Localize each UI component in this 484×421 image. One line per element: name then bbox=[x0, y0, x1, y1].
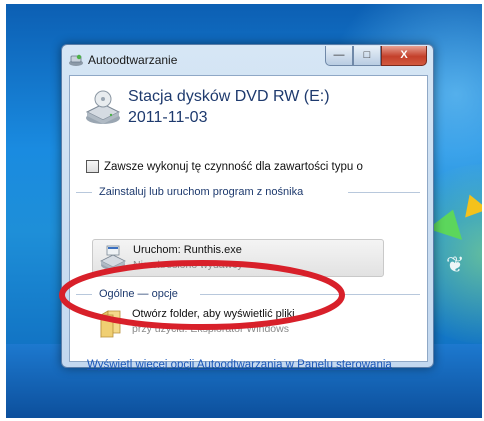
section-divider bbox=[76, 192, 92, 193]
control-panel-link[interactable]: Wyświetl więcej opcji Autoodtwarzania w … bbox=[87, 357, 407, 373]
window-title: Autoodtwarzanie bbox=[88, 53, 178, 67]
maximize-button[interactable]: □ bbox=[353, 46, 381, 66]
drive-name: Stacja dysków DVD RW (E:) bbox=[128, 88, 330, 105]
run-program-title: Uruchom: Runthis.exe bbox=[133, 244, 242, 256]
highlight-ellipse bbox=[59, 260, 345, 330]
always-do-row[interactable]: Zawsze wykonuj tę czynność dla zawartośc… bbox=[86, 160, 363, 173]
always-do-checkbox[interactable] bbox=[86, 160, 99, 173]
dvd-drive-icon bbox=[85, 90, 121, 124]
caption-buttons: — □ X bbox=[325, 46, 427, 66]
close-button[interactable]: X bbox=[381, 46, 427, 66]
drive-date: 2011-11-03 bbox=[128, 109, 208, 126]
install-section-header: Zainstaluj lub uruchom program z nośnika bbox=[99, 186, 304, 198]
title-bar[interactable]: Autoodtwarzanie — □ X bbox=[62, 45, 433, 75]
minimize-button[interactable]: — bbox=[325, 46, 353, 66]
autoplay-icon bbox=[69, 54, 83, 66]
section-divider bbox=[348, 192, 420, 193]
always-do-label: Zawsze wykonuj tę czynność dla zawartośc… bbox=[104, 160, 363, 173]
butterfly-icon: ❦ bbox=[446, 252, 465, 277]
